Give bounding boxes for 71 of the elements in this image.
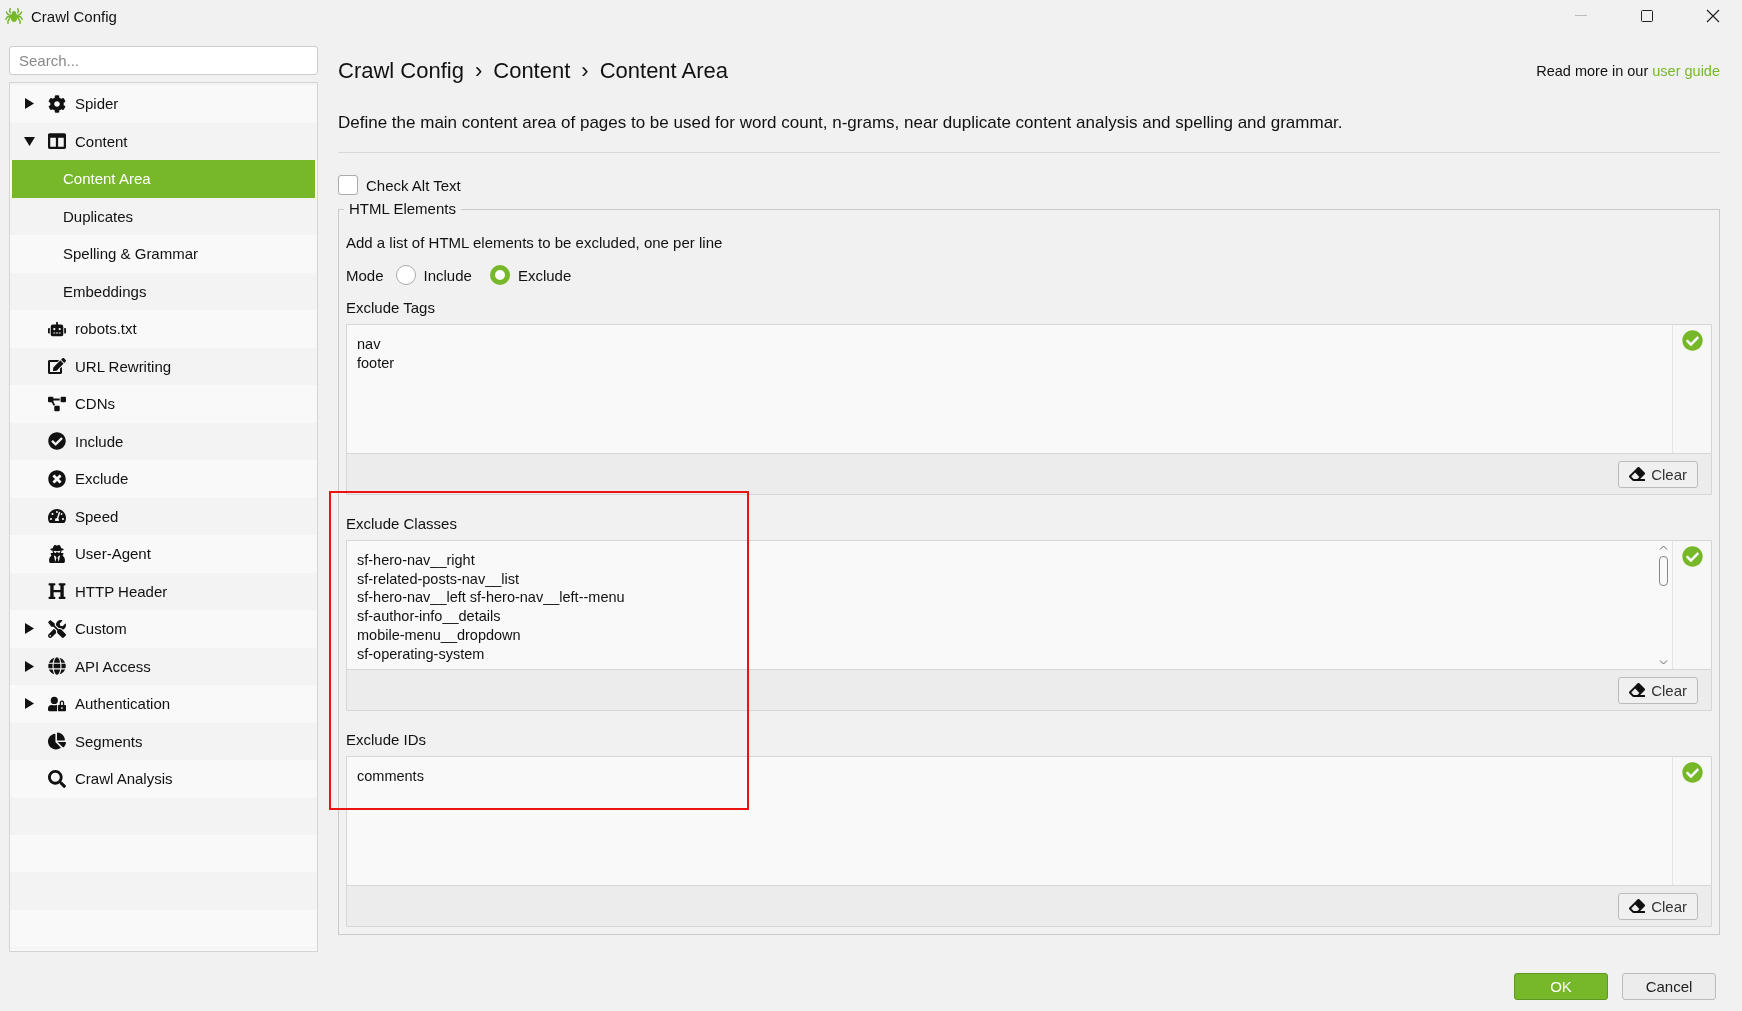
tree-item[interactable]: Spider — [48, 90, 119, 117]
collapsed-arrow-icon[interactable] — [23, 623, 35, 635]
list-label: Exclude Tags — [346, 299, 436, 316]
tree-item[interactable]: Spelling & Grammar — [48, 241, 199, 267]
tree-item[interactable]: User-Agent — [48, 540, 151, 567]
eraser-icon — [1629, 898, 1646, 914]
tree-item[interactable]: Crawl Analysis — [48, 765, 173, 792]
collapsed-arrow-icon[interactable] — [23, 660, 35, 672]
help-text: Read more in our user guide — [1536, 63, 1720, 79]
radio-button[interactable] — [489, 265, 510, 285]
tools-icon — [48, 619, 66, 638]
breadcrumb-separator: › — [474, 58, 483, 84]
gauge-icon — [48, 507, 66, 526]
app-logo-icon — [5, 7, 23, 25]
tree-item[interactable]: Content — [48, 128, 128, 155]
expanded-arrow-icon[interactable] — [23, 135, 35, 147]
search-field[interactable]: Search... — [9, 46, 318, 75]
tree-item[interactable]: Exclude — [48, 465, 129, 492]
checkbox-label: Check Alt Text — [366, 176, 461, 194]
tree-item[interactable]: HTTP Header — [48, 578, 168, 605]
heading-icon — [48, 582, 66, 601]
spy-icon — [48, 544, 66, 563]
tree-item[interactable]: URL Rewriting — [48, 353, 172, 380]
radio-label: Exclude — [517, 266, 572, 284]
list-label: Exclude IDs — [346, 731, 428, 748]
radio-button[interactable] — [395, 265, 416, 285]
eraser-icon — [1629, 466, 1646, 482]
clear-button[interactable]: Clear — [1618, 892, 1698, 920]
list-label: Exclude Classes — [346, 515, 458, 532]
tree-item[interactable]: Authentication — [48, 690, 171, 717]
breadcrumb-item: Content Area — [599, 58, 729, 84]
globe-icon — [48, 657, 66, 676]
hint-text: Add a list of HTML elements to be excluded, one per line — [346, 234, 724, 251]
scroll-up-icon[interactable] — [1658, 545, 1668, 550]
description-text: Define the main content area of pages to be used for word count, n-grams, near duplicate content analysis and spelling and grammar. — [338, 113, 1720, 153]
checkbox[interactable] — [338, 175, 358, 195]
search-icon — [48, 769, 66, 788]
breadcrumb-item: Content — [493, 58, 571, 84]
pie-chart-icon — [48, 732, 66, 751]
columns-icon — [48, 132, 66, 151]
tree-item[interactable]: Segments — [48, 728, 143, 755]
tree-item[interactable]: Embeddings — [48, 278, 147, 304]
eraser-icon — [1629, 682, 1646, 698]
edit-icon — [48, 357, 66, 376]
tree-item[interactable]: Custom — [48, 615, 127, 642]
tree-item[interactable]: Speed — [48, 503, 119, 530]
tree-item[interactable]: Include — [48, 428, 124, 455]
user-lock-icon — [48, 694, 66, 713]
gear-icon — [48, 94, 66, 113]
tree-item[interactable]: API Access — [48, 653, 151, 680]
cancel-button[interactable]: Cancel — [1622, 973, 1716, 1000]
robot-icon — [48, 319, 66, 338]
tree-item[interactable]: CDNs — [48, 390, 115, 417]
collapsed-arrow-icon[interactable] — [23, 698, 35, 710]
clear-button[interactable]: Clear — [1618, 676, 1698, 704]
diagram-icon — [48, 394, 66, 413]
mode-label: Mode — [346, 266, 384, 284]
close-icon — [1706, 9, 1720, 23]
tree-item[interactable]: robots.txt — [48, 315, 137, 342]
scroll-down-icon[interactable] — [1658, 660, 1668, 665]
scroll-thumb[interactable] — [1658, 556, 1668, 586]
maximize-icon — [1641, 10, 1653, 22]
tree-item[interactable]: Duplicates — [48, 203, 134, 229]
breadcrumb-separator: › — [581, 58, 589, 84]
radio-label: Include — [423, 266, 472, 284]
clear-button[interactable]: Clear — [1618, 460, 1698, 488]
window-title: Crawl Config — [31, 7, 118, 25]
collapsed-arrow-icon[interactable] — [23, 98, 35, 110]
breadcrumb-item: Crawl Config — [338, 58, 464, 84]
scrollbar[interactable] — [1658, 545, 1668, 665]
minimize-icon — [1575, 15, 1587, 17]
